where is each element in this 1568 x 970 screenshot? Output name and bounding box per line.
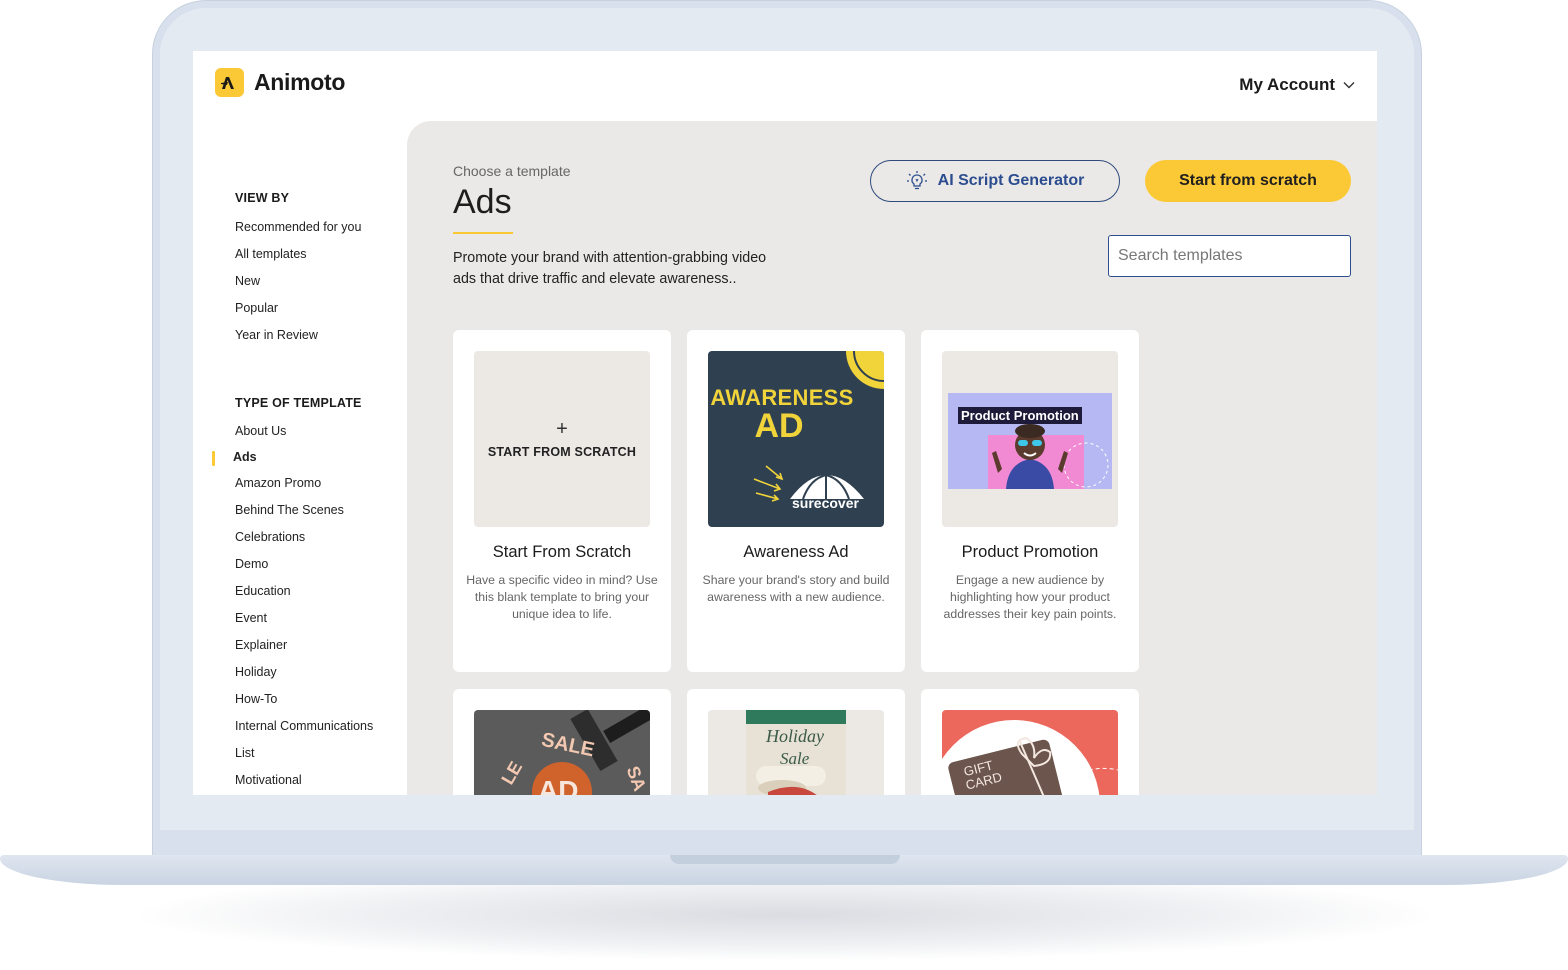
- laptop-mockup: Animoto My Account VIEW BY Recommended f…: [0, 0, 1568, 970]
- card-title: Product Promotion: [961, 543, 1099, 561]
- app-name: Animoto: [254, 69, 346, 95]
- holiday-sale-art: Holiday Sale: [746, 710, 846, 795]
- sidebar-item-internal-communications[interactable]: Internal Communications: [235, 719, 373, 733]
- start-from-scratch-button[interactable]: Start from scratch: [1145, 160, 1351, 202]
- card-description: Engage a new audience by highlighting ho…: [943, 573, 1117, 621]
- sidebar-item-behind-the-scenes[interactable]: Behind The Scenes: [235, 503, 344, 517]
- search-templates-input[interactable]: [1108, 235, 1351, 277]
- sidebar-item-about-us[interactable]: About Us: [235, 424, 286, 438]
- template-card-awareness-ad[interactable]: AWARENESS AD surecover Awareness Ad Shar…: [687, 330, 905, 672]
- active-indicator: [212, 451, 215, 466]
- type-of-template-heading: TYPE OF TEMPLATE: [235, 396, 362, 410]
- gift-card-thumbnail: GIFT CARD: [942, 710, 1118, 795]
- sidebar-item-celebrations[interactable]: Celebrations: [235, 530, 305, 544]
- sale-ad-word: AD: [538, 775, 578, 795]
- template-card-sale-ad[interactable]: SALE LE SA AD: [453, 689, 671, 795]
- template-card-gift-card[interactable]: GIFT CARD: [921, 689, 1139, 795]
- card-title: Start From Scratch: [492, 543, 632, 561]
- svg-text:LE: LE: [497, 758, 526, 788]
- sidebar-item-list[interactable]: List: [235, 746, 254, 760]
- lightbulb-icon: [906, 171, 927, 190]
- animoto-logo[interactable]: Animoto: [215, 68, 345, 97]
- page-kicker: Choose a template: [453, 163, 571, 179]
- view-by-heading: VIEW BY: [235, 191, 290, 205]
- surecover-logo: surecover: [792, 495, 859, 511]
- sidebar-item-popular[interactable]: Popular: [235, 301, 278, 315]
- template-card-holiday-sale[interactable]: Holiday Sale: [687, 689, 905, 795]
- template-gallery: Choose a template Ads Promote your brand…: [407, 121, 1377, 795]
- page-title: Ads: [453, 183, 512, 221]
- product-promotion-tag: Product Promotion: [958, 407, 1082, 424]
- my-account-menu[interactable]: My Account: [1239, 75, 1355, 95]
- template-card-product-promotion[interactable]: Product Promotion Product Promotion Enga…: [921, 330, 1139, 672]
- sidebar-item-amazon-promo[interactable]: Amazon Promo: [235, 476, 321, 490]
- scratch-thumbnail: + START FROM SCRATCH: [474, 351, 650, 527]
- app-screen: Animoto My Account VIEW BY Recommended f…: [193, 51, 1377, 795]
- sidebar-item-all-templates[interactable]: All templates: [235, 247, 307, 261]
- sidebar-item-recommended[interactable]: Recommended for you: [235, 220, 361, 234]
- sidebar: VIEW BY Recommended for you All template…: [193, 121, 407, 795]
- scratch-thumb-label: START FROM SCRATCH: [487, 445, 637, 459]
- svg-text:SA: SA: [623, 763, 650, 793]
- awareness-thumb-line2: AD: [754, 407, 804, 445]
- animoto-logo-icon: [215, 68, 244, 97]
- title-underline: [453, 232, 513, 234]
- product-promotion-thumbnail: Product Promotion: [942, 351, 1118, 527]
- sidebar-item-demo[interactable]: Demo: [235, 557, 268, 571]
- page-description: Promote your brand with attention-grabbi…: [453, 250, 767, 287]
- sidebar-item-year-in-review[interactable]: Year in Review: [235, 328, 318, 342]
- scratch-button-label: Start from scratch: [1179, 172, 1317, 189]
- ai-button-label: AI Script Generator: [937, 172, 1085, 189]
- ai-script-generator-button[interactable]: AI Script Generator: [870, 160, 1120, 202]
- card-description: Have a specific video in mind? Use this …: [466, 573, 658, 621]
- awareness-ad-thumbnail: AWARENESS AD surecover: [708, 351, 884, 527]
- sidebar-item-ads[interactable]: Ads: [233, 450, 257, 464]
- sale-ad-art: SALE LE SA AD: [497, 710, 650, 795]
- template-card-start-from-scratch[interactable]: + START FROM SCRATCH Start From Scratch …: [453, 330, 671, 672]
- sidebar-item-explainer[interactable]: Explainer: [235, 638, 287, 652]
- sidebar-item-holiday[interactable]: Holiday: [235, 665, 277, 679]
- sidebar-item-how-to[interactable]: How-To: [235, 692, 277, 706]
- sidebar-item-event[interactable]: Event: [235, 611, 267, 625]
- sidebar-item-new[interactable]: New: [235, 274, 260, 288]
- sidebar-item-education[interactable]: Education: [235, 584, 291, 598]
- account-label: My Account: [1239, 75, 1335, 94]
- holiday-word: Holiday: [765, 726, 824, 746]
- top-bar: Animoto My Account: [193, 51, 1377, 121]
- card-title: Awareness Ad: [743, 543, 849, 561]
- laptop-notch: [670, 855, 900, 864]
- sidebar-item-motivational[interactable]: Motivational: [235, 773, 302, 787]
- chevron-down-icon: [1343, 82, 1355, 89]
- holiday-sale-word: Sale: [780, 749, 810, 768]
- sale-ad-thumbnail: SALE LE SA AD: [474, 710, 650, 795]
- card-description: Share your brand's story and build aware…: [702, 573, 890, 604]
- holiday-sale-thumbnail: Holiday Sale: [708, 710, 884, 795]
- plus-icon: +: [556, 418, 568, 440]
- gift-card-art: GIFT CARD: [942, 720, 1118, 795]
